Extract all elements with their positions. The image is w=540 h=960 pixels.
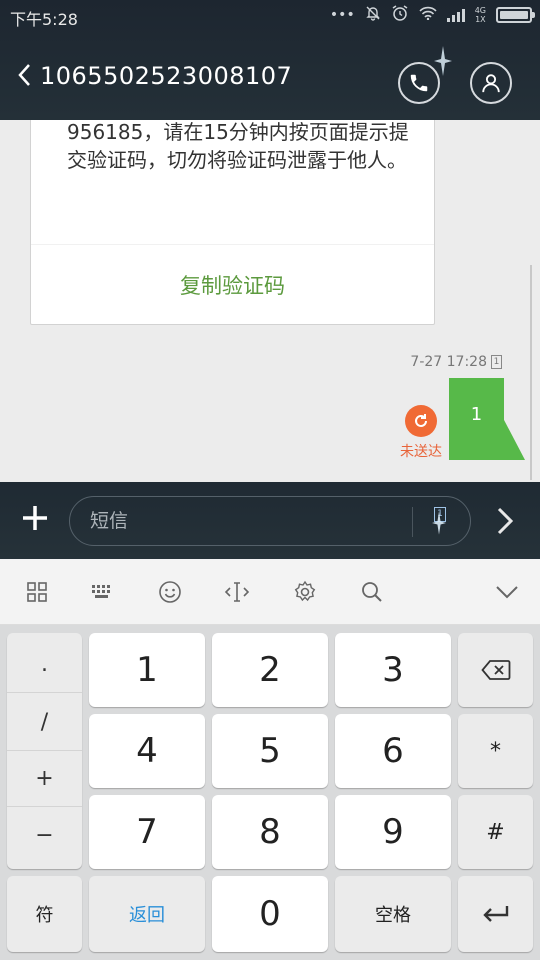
key-3[interactable]: 3 [335, 633, 451, 707]
numeric-keyboard: . / + − 1 2 3 4 5 6 * 7 8 9 # 符 返回 0 空格 [0, 625, 540, 960]
phone-icon [410, 74, 428, 92]
key-9[interactable]: 9 [335, 795, 451, 869]
key-8[interactable]: 8 [212, 795, 328, 869]
chevron-right-icon [497, 507, 514, 535]
cursor-move-button[interactable] [219, 575, 255, 609]
alarm-icon [391, 4, 409, 26]
contact-title: 1065502523008107 [40, 62, 293, 90]
back-key-label: 返回 [129, 905, 165, 926]
backspace-icon [480, 660, 510, 680]
scrollbar[interactable] [530, 265, 532, 480]
send-button[interactable] [492, 504, 518, 538]
attach-button[interactable] [20, 503, 50, 533]
key-0[interactable]: 0 [212, 876, 328, 952]
symbol-column[interactable]: . / + − [7, 633, 82, 869]
symbol-key[interactable]: / [7, 695, 82, 751]
emoji-button[interactable] [152, 575, 188, 609]
status-time: 下午5:28 [10, 10, 78, 29]
grid-menu-button[interactable] [19, 575, 55, 609]
message-timestamp: 7-27 17:28 1 [410, 354, 502, 370]
cursor-icon [224, 582, 250, 602]
back-button[interactable] [14, 60, 38, 90]
status-icons: ••• 4G 1X [329, 4, 535, 26]
grid-icon [27, 582, 47, 602]
message-field[interactable]: 1 [69, 496, 471, 546]
conversation-area[interactable]: 【阿里巴巴】您正在登录验证，验证码956185，请在15分钟内按页面提示提交验证… [0, 120, 540, 482]
compose-bar: 1 [0, 482, 540, 559]
symbol-key[interactable]: − [7, 807, 82, 863]
symbols-key-label: 符 [35, 905, 54, 926]
key-6[interactable]: 6 [335, 714, 451, 788]
copy-code-label: 复制验证码 [180, 273, 285, 298]
hide-keyboard-button[interactable] [489, 575, 525, 609]
symbol-key[interactable]: + [7, 751, 82, 807]
hash-key[interactable]: # [458, 795, 533, 869]
symbol-key[interactable]: . [7, 637, 82, 693]
not-sent-label: 未送达 [400, 444, 442, 460]
resend-button[interactable]: 未送达 [396, 405, 446, 461]
back-key[interactable]: 返回 [89, 876, 205, 952]
symbols-key[interactable]: 符 [7, 876, 82, 952]
gear-icon [294, 580, 316, 602]
search-icon [362, 582, 382, 602]
keyboard-icon [92, 585, 110, 598]
backspace-key[interactable] [458, 633, 533, 707]
signal-icon [446, 8, 465, 22]
bubble-tail [503, 418, 525, 460]
key-5[interactable]: 5 [212, 714, 328, 788]
enter-icon [482, 906, 508, 922]
resend-icon [405, 405, 437, 437]
top-bar: 下午5:28 ••• 4G 1X 1065502523008107 [0, 0, 540, 120]
sparkle-icon [432, 511, 446, 539]
search-button[interactable] [354, 575, 390, 609]
sparkle-icon [434, 46, 452, 80]
wifi-icon [419, 6, 437, 24]
copy-code-button[interactable]: 复制验证码 [31, 244, 434, 324]
network-type: 4G 1X [474, 6, 486, 24]
received-message-card[interactable]: 【阿里巴巴】您正在登录验证，验证码956185，请在15分钟内按页面提示提交验证… [30, 120, 435, 325]
person-icon [482, 74, 500, 93]
notification-dots-icon: ••• [329, 7, 355, 23]
sent-message-bubble[interactable]: 1 [449, 378, 504, 460]
field-divider [412, 507, 413, 537]
space-key[interactable]: 空格 [335, 876, 451, 952]
key-4[interactable]: 4 [89, 714, 205, 788]
keyboard-switch-button[interactable] [84, 575, 120, 609]
key-7[interactable]: 7 [89, 795, 205, 869]
asterisk-key[interactable]: * [458, 714, 533, 788]
key-1[interactable]: 1 [89, 633, 205, 707]
enter-key[interactable] [458, 876, 533, 952]
settings-button[interactable] [287, 575, 323, 609]
sim-slot-badge: 1 [491, 355, 502, 369]
emoji-icon [159, 581, 181, 603]
mute-bell-icon [365, 5, 381, 25]
space-key-label: 空格 [375, 905, 411, 926]
contact-profile-button[interactable] [470, 62, 512, 104]
status-bar: 下午5:28 ••• 4G 1X [0, 0, 540, 32]
message-input[interactable] [90, 508, 390, 534]
key-2[interactable]: 2 [212, 633, 328, 707]
plus-icon [23, 506, 47, 530]
keyboard-toolbar [0, 559, 540, 625]
chevron-down-icon [496, 586, 518, 599]
received-message-text: 【阿里巴巴】您正在登录验证，验证码956185，请在15分钟内按页面提示提交验证… [67, 120, 409, 172]
battery-icon [496, 7, 535, 23]
